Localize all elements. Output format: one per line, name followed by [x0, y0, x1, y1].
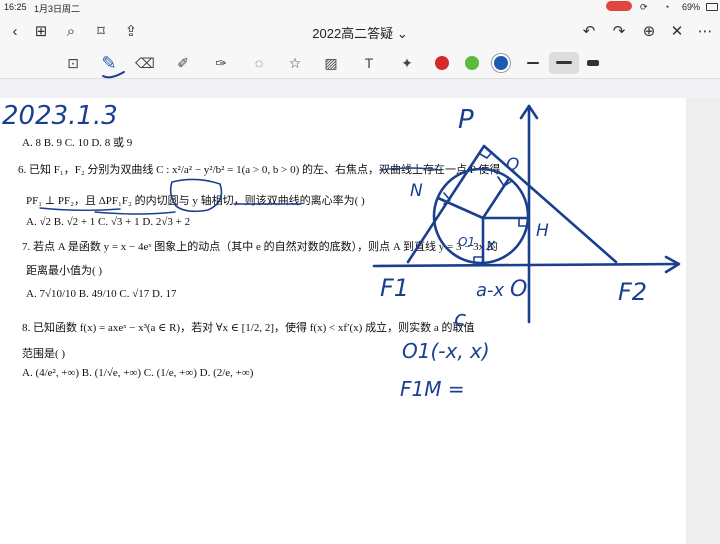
hw-date: 2023.1.3 — [2, 101, 118, 131]
hw-x: x — [485, 235, 496, 254]
toolbar-ink-mark — [102, 71, 125, 79]
hw-Q: Q — [506, 155, 519, 175]
handwriting-layer: 2023.1.3 P Q N H x O1 F1 F2 a-x O c O1(-… — [2, 71, 681, 401]
underline-triangle — [94, 211, 176, 215]
underline-exists — [379, 167, 441, 171]
hw-c: c — [454, 307, 466, 332]
underline-pf1 — [39, 207, 121, 211]
hw-F1: F1 — [380, 274, 409, 302]
hw-o1-expr: O1(-x, x) — [402, 339, 490, 363]
hw-F2: F2 — [618, 278, 647, 306]
hw-P: P — [458, 105, 474, 135]
hw-f1m: F1M = — [400, 377, 465, 401]
circle-y-axis — [169, 178, 223, 213]
hw-N: N — [410, 181, 423, 201]
hw-coord: a-x — [476, 280, 505, 301]
hw-O1: O1 — [458, 235, 475, 249]
hw-O: O — [510, 277, 527, 302]
x-axis — [372, 262, 680, 268]
hw-H: H — [536, 221, 549, 241]
